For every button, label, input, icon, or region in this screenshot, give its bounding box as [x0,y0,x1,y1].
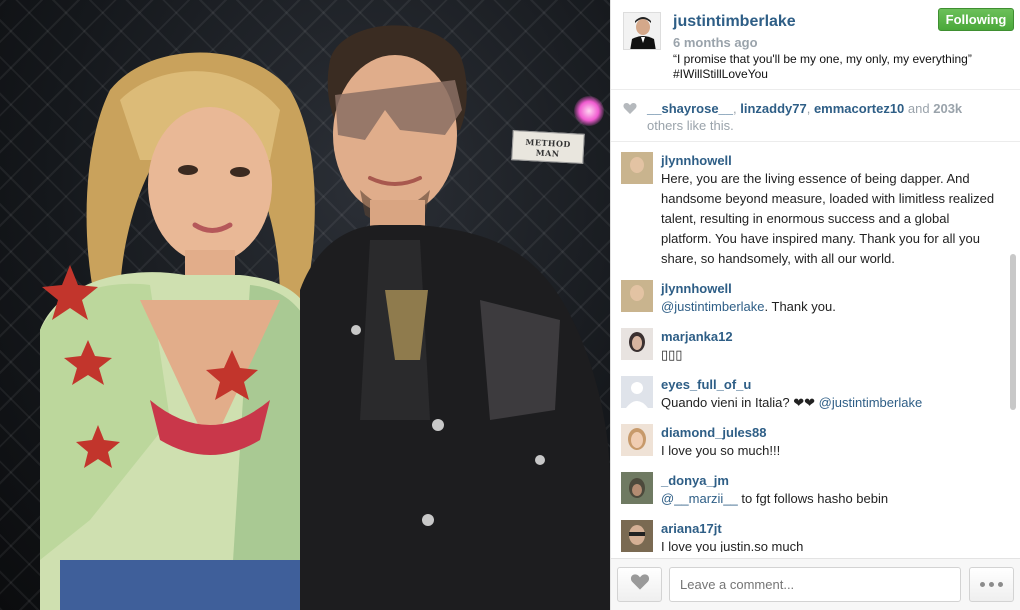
caption-text: “I promise that you'll be my one, my onl… [673,52,972,66]
liker-link[interactable]: emmacortez10 [814,101,904,116]
commenter-username[interactable]: marjanka12 [661,324,998,345]
liker-link[interactable]: __shayrose__ [647,101,733,116]
comment-text: ▯▯▯ [661,347,683,362]
commenter-avatar[interactable] [621,328,653,360]
comment-text: @__marzii__ to fgt follows hasho bebin [661,489,998,509]
comment-list[interactable]: jlynnhowell Here, you are the living ess… [611,142,1020,552]
caption-hashtag[interactable]: #IWillStillLoveYou [673,67,1013,82]
more-dots-icon [989,582,994,587]
comment-item: diamond_jules88 I love you so much!!! [611,420,1020,468]
comment-item: jlynnhowell @justintimberlake. Thank you… [611,276,1020,324]
post-photo[interactable]: METHOD MAN [0,0,610,610]
likes-count[interactable]: 203k [933,101,962,116]
comment-text: Quando vieni in Italia? ❤❤ @justintimber… [661,393,998,413]
likes-and: and [907,101,930,116]
commenter-avatar[interactable] [621,472,653,504]
heart-icon [623,102,637,119]
mention-link[interactable]: @justintimberlake [661,299,765,314]
comment-body: to fgt follows hasho bebin [737,491,889,506]
commenter-username[interactable]: diamond_jules88 [661,420,998,441]
comment-body: Quando vieni in Italia? ❤❤ [661,395,816,410]
post-header: justintimberlake 6 months ago “I promise… [611,0,1020,90]
commenter-username[interactable]: jlynnhowell [661,276,998,297]
commenter-username[interactable]: eyes_full_of_u [661,372,998,393]
likes-summary: __shayrose__, linzaddy77, emmacortez10 a… [611,90,1020,142]
comment-bar [611,558,1020,610]
comment-item: eyes_full_of_u Quando vieni in Italia? ❤… [611,372,1020,420]
commenter-avatar[interactable] [621,152,653,184]
comment-item: jlynnhowell Here, you are the living ess… [611,148,1020,276]
comment-body: . Thank you. [764,299,836,314]
comment-input[interactable] [669,567,961,602]
commenter-avatar[interactable] [621,280,653,312]
commenter-avatar[interactable] [621,376,653,408]
author-username[interactable]: justintimberlake [673,13,796,31]
more-dots-icon [998,582,1003,587]
author-avatar[interactable] [623,12,661,50]
comments-scrollbar[interactable] [1010,254,1016,410]
commenter-avatar[interactable] [621,520,653,552]
commenter-username[interactable]: jlynnhowell [661,148,998,169]
post-viewer: METHOD MAN justintimberlake 6 months ago… [0,0,1020,610]
mention-link[interactable]: @justintimberlake [815,395,923,410]
comment-text: I love you justin.so much [661,539,804,552]
commenter-username[interactable]: _donya_jm [661,468,998,489]
comment-text: @justintimberlake. Thank you. [661,297,998,317]
comment-item: _donya_jm @__marzii__ to fgt follows has… [611,468,1020,516]
mention-link[interactable]: @__marzii__ [661,491,738,506]
heart-icon [630,573,650,596]
name-sign: METHOD MAN [511,130,585,164]
likes-others: others like this. [647,118,734,133]
like-button[interactable] [617,567,662,602]
commenter-avatar[interactable] [621,424,653,456]
people-illustration [40,25,610,610]
comment-text: Here, you are the living essence of bein… [661,171,995,266]
post-caption: “I promise that you'll be my one, my onl… [673,52,1013,82]
comment-item: marjanka12 ▯▯▯ [611,324,1020,372]
commenter-username[interactable]: ariana17jt [661,516,998,537]
details-panel: justintimberlake 6 months ago “I promise… [610,0,1020,610]
more-options-button[interactable] [969,567,1014,602]
liker-link[interactable]: linzaddy77 [740,101,806,116]
post-timestamp: 6 months ago [673,35,758,50]
comment-text: I love you so much!!! [661,443,781,458]
comment-item: ariana17jt I love you justin.so much [611,516,1020,552]
more-dots-icon [980,582,985,587]
following-button[interactable]: Following [938,8,1014,31]
